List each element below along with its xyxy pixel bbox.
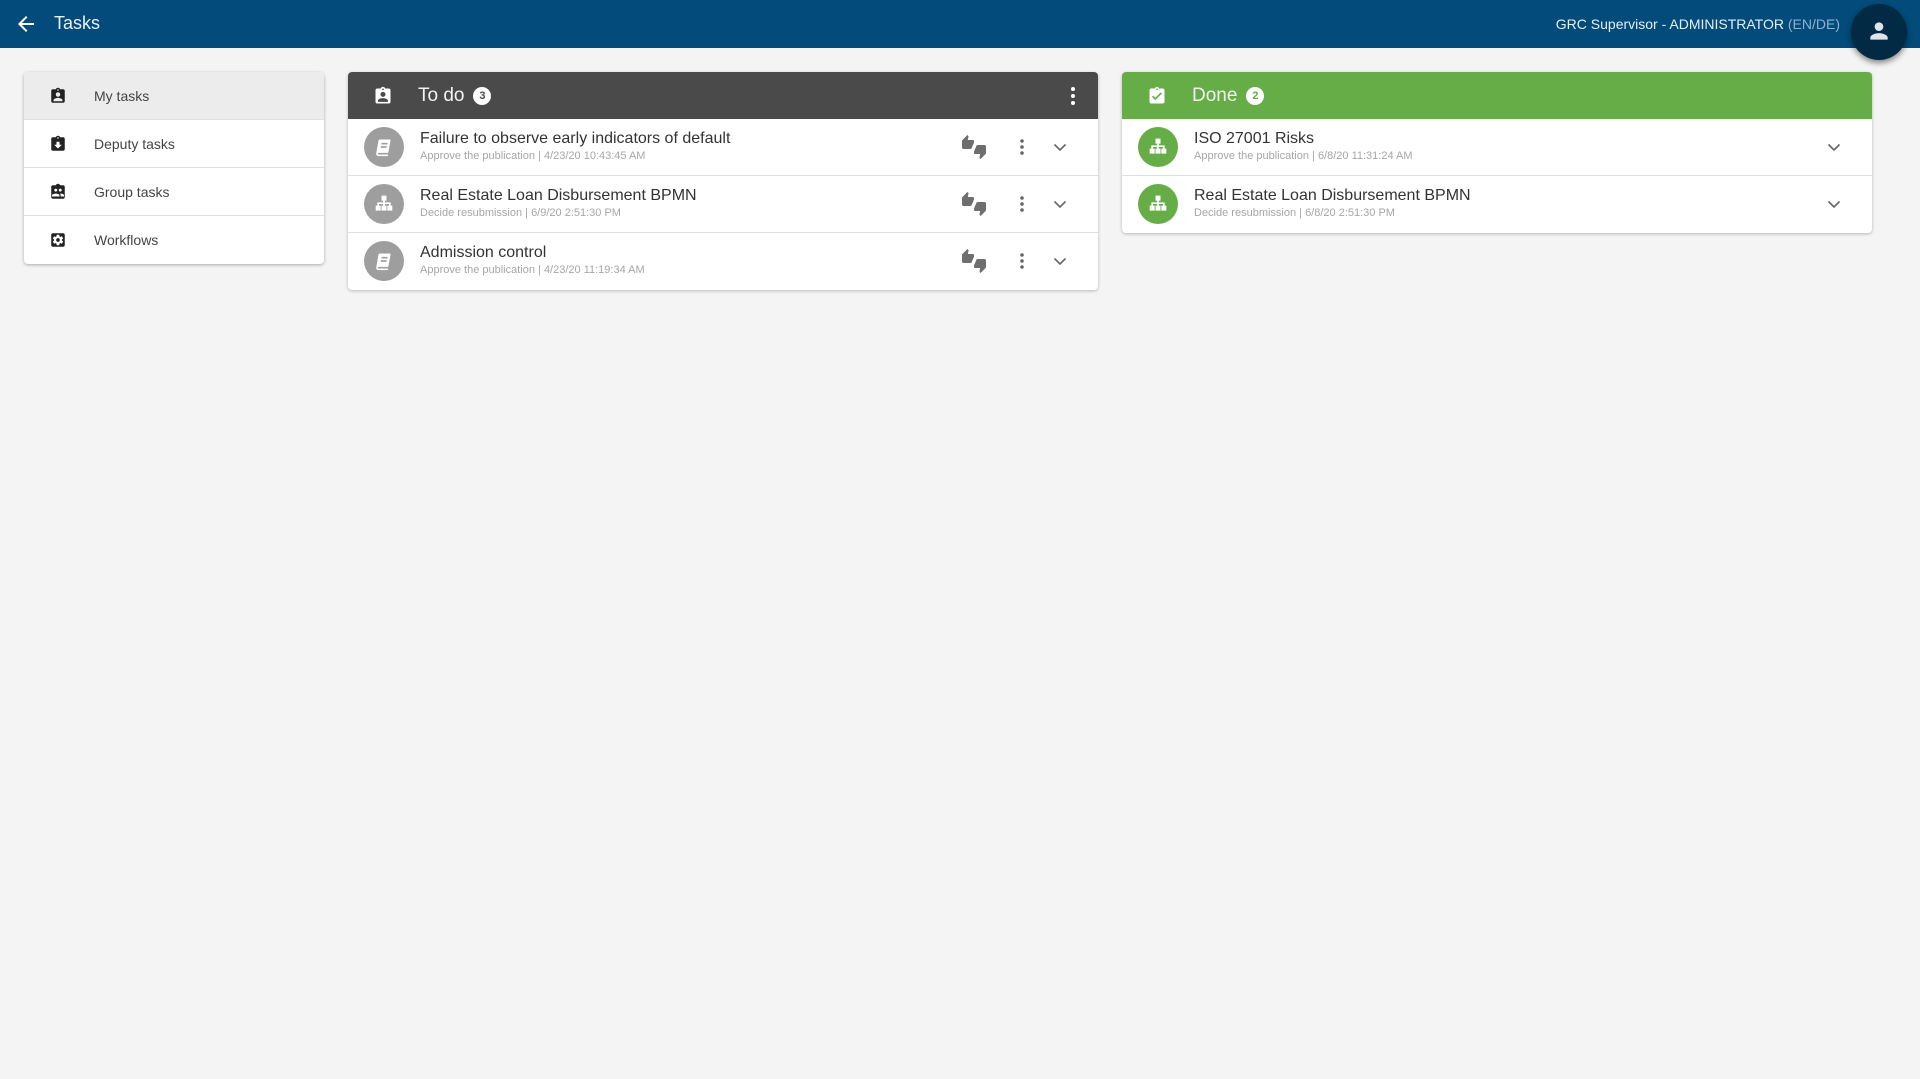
expand-button[interactable]: [1048, 192, 1072, 216]
more-vert-icon: [1020, 139, 1024, 155]
sitemap-icon: [1149, 138, 1167, 154]
done-panel-header: Done 2: [1122, 72, 1872, 119]
sitemap-icon: [1149, 195, 1167, 211]
task-type-avatar: [364, 241, 404, 281]
todo-panel-header: To do 3: [348, 72, 1098, 119]
sidebar-item-group-tasks[interactable]: Group tasks: [24, 168, 324, 216]
expand-button[interactable]: [1822, 192, 1846, 216]
more-vert-icon: [1020, 253, 1024, 269]
person-icon: [1870, 22, 1888, 40]
approve-reject-button[interactable]: [962, 192, 986, 216]
book-icon: [376, 139, 391, 157]
sidebar-item-label: Workflows: [94, 232, 159, 248]
thumbs-up-down-icon: [962, 135, 986, 159]
chevron-down-icon: [1827, 200, 1841, 208]
todo-panel-title: To do: [418, 84, 465, 106]
chevron-down-icon: [1053, 143, 1067, 151]
clipboard-account-icon: [51, 87, 65, 103]
done-panel-title: Done: [1192, 84, 1238, 106]
task-title: Real Estate Loan Disbursement BPMN: [1194, 187, 1471, 204]
task-more-button[interactable]: [1010, 249, 1034, 273]
task-subtitle: Decide resubmission | 6/9/20 2:51:30 PM: [420, 207, 621, 219]
chevron-down-icon: [1053, 257, 1067, 265]
task-type-avatar: [364, 127, 404, 167]
clipboard-arrow-down-icon: [51, 135, 65, 151]
task-title: Admission control: [420, 244, 547, 261]
sidebar-item-my-tasks[interactable]: My tasks: [24, 72, 324, 120]
clipboard-group-icon: [51, 183, 65, 199]
more-vert-icon: [1020, 196, 1024, 212]
task-title: Real Estate Loan Disbursement BPMN: [420, 187, 697, 204]
task-row[interactable]: Real Estate Loan Disbursement BPMN Decid…: [348, 176, 1098, 233]
sidebar-item-workflows[interactable]: Workflows: [24, 216, 324, 264]
sidebar-item-label: Group tasks: [94, 183, 170, 200]
thumbs-up-down-icon: [962, 192, 986, 216]
done-count-badge: 2: [1246, 86, 1265, 105]
task-subtitle: Decide resubmission | 6/8/20 2:51:30 PM: [1194, 207, 1395, 219]
user-name: GRC Supervisor - ADMINISTRATOR: [1555, 16, 1784, 32]
task-title: Failure to observe early indicators of d…: [420, 130, 731, 147]
task-subtitle: Approve the publication | 4/23/20 11:19:…: [420, 264, 645, 276]
user-avatar-button[interactable]: [1851, 4, 1907, 60]
clipboard-check-icon: [1149, 86, 1165, 103]
task-type-avatar: [1138, 127, 1178, 167]
user-info: GRC Supervisor - ADMINISTRATOR (EN/DE): [1556, 16, 1840, 32]
chevron-down-icon: [1827, 143, 1841, 151]
done-panel: Done 2 ISO 27001 Risks Approve the publi…: [1122, 72, 1872, 233]
approve-reject-button[interactable]: [962, 135, 986, 159]
task-more-button[interactable]: [1010, 192, 1034, 216]
sidebar-item-label: Deputy tasks: [94, 135, 175, 152]
sidebar-item-deputy-tasks[interactable]: Deputy tasks: [24, 120, 324, 168]
back-button[interactable]: [14, 12, 38, 36]
todo-count-badge: 3: [473, 86, 492, 105]
arrow-left-icon: [18, 16, 34, 32]
book-icon: [376, 253, 391, 271]
task-type-avatar: [364, 184, 404, 224]
sidebar-item-label: My tasks: [94, 87, 150, 104]
sitemap-icon: [375, 195, 393, 211]
task-row[interactable]: Failure to observe early indicators of d…: [348, 119, 1098, 176]
task-more-button[interactable]: [1010, 135, 1034, 159]
thumbs-up-down-icon: [962, 249, 986, 273]
task-row[interactable]: Admission control Approve the publicatio…: [348, 233, 1098, 290]
task-subtitle: Approve the publication | 4/23/20 10:43:…: [420, 150, 646, 162]
todo-panel: To do 3 Failure to observe early indicat…: [348, 72, 1098, 290]
task-row[interactable]: ISO 27001 Risks Approve the publication …: [1122, 119, 1872, 176]
expand-button[interactable]: [1822, 135, 1846, 159]
task-subtitle: Approve the publication | 6/8/20 11:31:2…: [1194, 150, 1413, 162]
page-title: Tasks: [54, 13, 101, 33]
expand-button[interactable]: [1048, 249, 1072, 273]
task-category-sidebar: My tasks Deputy tasks Group tasks Workfl…: [24, 72, 324, 264]
chevron-down-icon: [1053, 200, 1067, 208]
clipboard-account-icon: [375, 86, 391, 103]
approve-reject-button[interactable]: [962, 249, 986, 273]
task-title: ISO 27001 Risks: [1194, 130, 1315, 147]
expand-button[interactable]: [1048, 135, 1072, 159]
top-app-bar: Tasks GRC Supervisor - ADMINISTRATOR (EN…: [0, 0, 1920, 60]
more-vert-icon[interactable]: [1070, 86, 1076, 106]
task-row[interactable]: Real Estate Loan Disbursement BPMN Decid…: [1122, 176, 1872, 233]
task-type-avatar: [1138, 184, 1178, 224]
cog-box-icon: [51, 233, 65, 247]
language-toggle[interactable]: (EN/DE): [1788, 16, 1840, 32]
